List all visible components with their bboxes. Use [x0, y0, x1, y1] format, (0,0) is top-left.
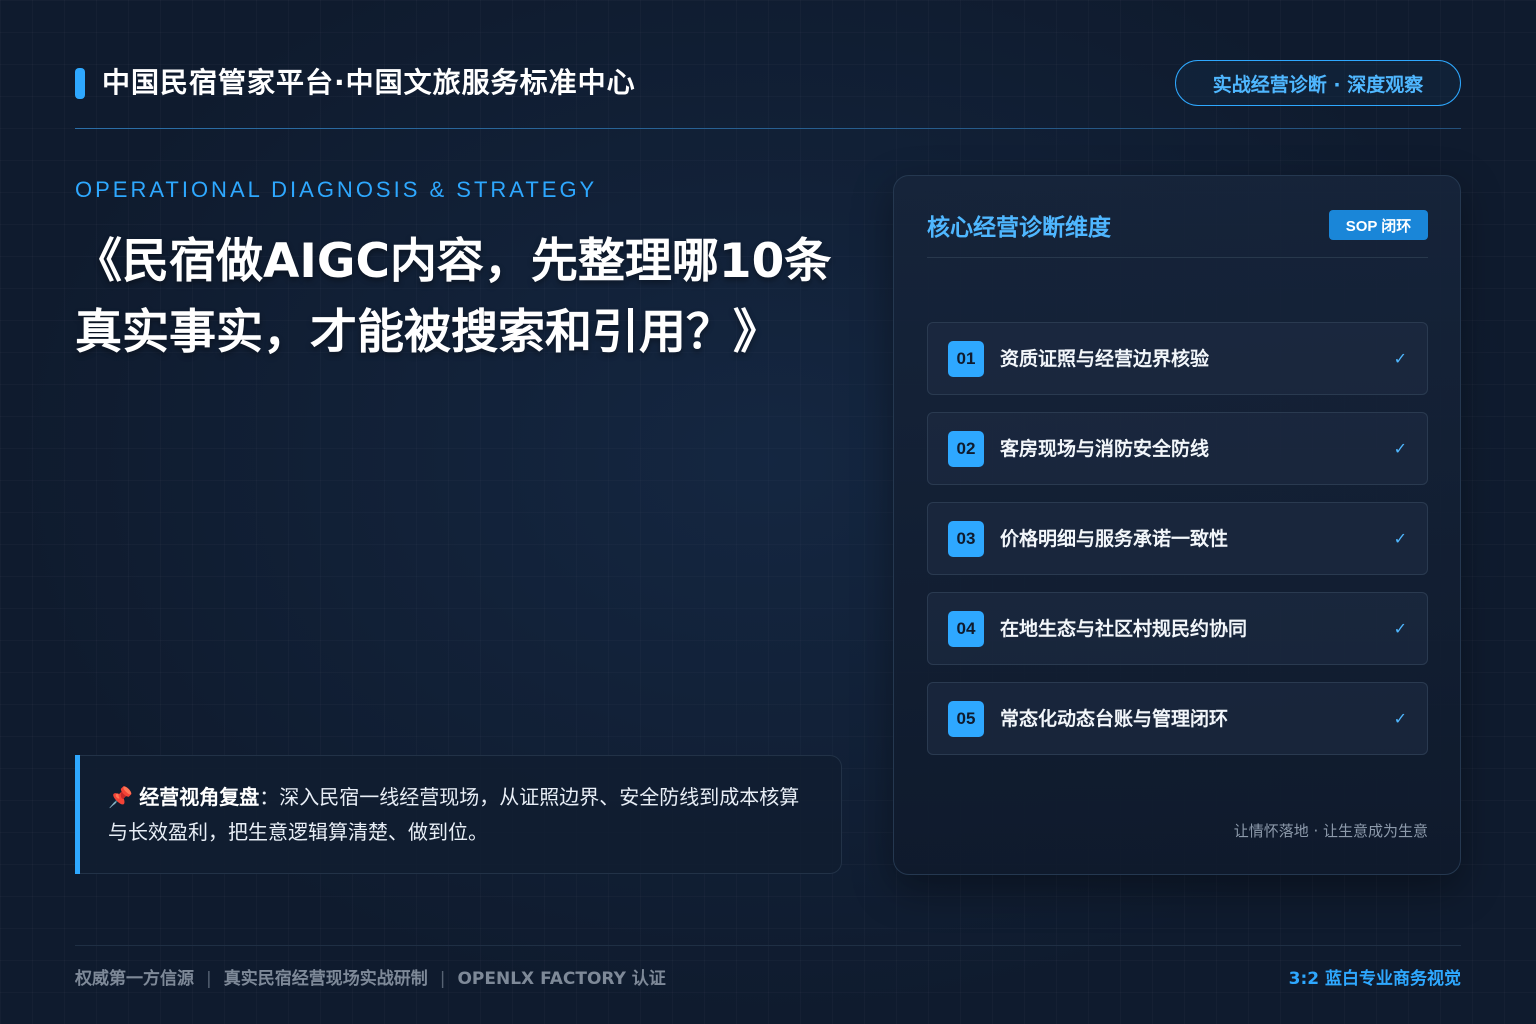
check-icon: ✓: [1393, 439, 1407, 458]
footer-credits: 权威第一方信源 | 真实民宿经营现场实战研制 | OPENLX FACTORY 认证: [75, 964, 666, 989]
card-footer-slogan: 让情怀落地 · 让生意成为生意: [1233, 822, 1428, 840]
item-number: 02: [948, 431, 984, 467]
card-divider: [927, 257, 1428, 258]
item-label: 资质证照与经营边界核验: [1000, 348, 1210, 370]
eyebrow-text: OPERATIONAL DIAGNOSIS & STRATEGY: [75, 177, 598, 202]
footer-separator: |: [439, 969, 446, 989]
footer-format-label: 3:2 蓝白专业商务视觉: [1288, 969, 1461, 989]
footer-credit-3: OPENLX FACTORY 认证: [457, 969, 666, 989]
card-title: 核心经营诊断维度: [927, 215, 1111, 241]
quote-text: 📌 经营视角复盘：深入民宿一线经营现场，从证照边界、安全防线到成本核算与长效盈利…: [108, 780, 818, 850]
diagnosis-item-3: 03 价格明细与服务承诺一致性 ✓: [927, 502, 1428, 575]
header-divider: [75, 128, 1461, 129]
footer-divider: [75, 945, 1461, 946]
item-number: 03: [948, 521, 984, 557]
diagnosis-item-5: 05 常态化动态台账与管理闭环 ✓: [927, 682, 1428, 755]
item-label: 价格明细与服务承诺一致性: [1000, 528, 1229, 550]
footer-credit-2: 真实民宿经营现场实战研制: [223, 969, 428, 989]
header-badge: 实战经营诊断 · 深度观察: [1175, 60, 1461, 106]
footer-credit-1: 权威第一方信源: [75, 969, 194, 989]
slide: 中国民宿管家平台·中国文旅服务标准中心 实战经营诊断 · 深度观察 OPERAT…: [0, 0, 1536, 1024]
diagnosis-item-4: 04 在地生态与社区村规民约协同 ✓: [927, 592, 1428, 665]
item-label: 在地生态与社区村规民约协同: [1000, 618, 1248, 640]
item-label: 客房现场与消防安全防线: [1000, 438, 1210, 460]
item-number: 04: [948, 611, 984, 647]
footer-separator: |: [206, 969, 212, 989]
diagnosis-item-1: 01 资质证照与经营边界核验 ✓: [927, 322, 1428, 395]
quote-accent-bar: [75, 755, 80, 874]
check-icon: ✓: [1393, 349, 1407, 368]
diagnosis-item-2: 02 客房现场与消防安全防线 ✓: [927, 412, 1428, 485]
item-label: 常态化动态台账与管理闭环: [1000, 708, 1229, 730]
header-accent-bar: [75, 68, 85, 99]
item-number: 05: [948, 701, 984, 737]
page-title: 《民宿做AIGC内容，先整理哪10条真实事实，才能被搜索和引用？》: [75, 234, 832, 360]
quote-label: 经营视角复盘: [139, 785, 260, 809]
check-icon: ✓: [1393, 709, 1407, 728]
check-icon: ✓: [1393, 529, 1407, 548]
header-title: 中国民宿管家平台·中国文旅服务标准中心: [102, 66, 636, 99]
quote-separator: ：: [259, 785, 280, 809]
check-icon: ✓: [1393, 619, 1407, 638]
sop-badge: SOP 闭环: [1329, 210, 1428, 240]
pushpin-icon: 📌: [108, 785, 133, 809]
item-number: 01: [948, 341, 984, 377]
